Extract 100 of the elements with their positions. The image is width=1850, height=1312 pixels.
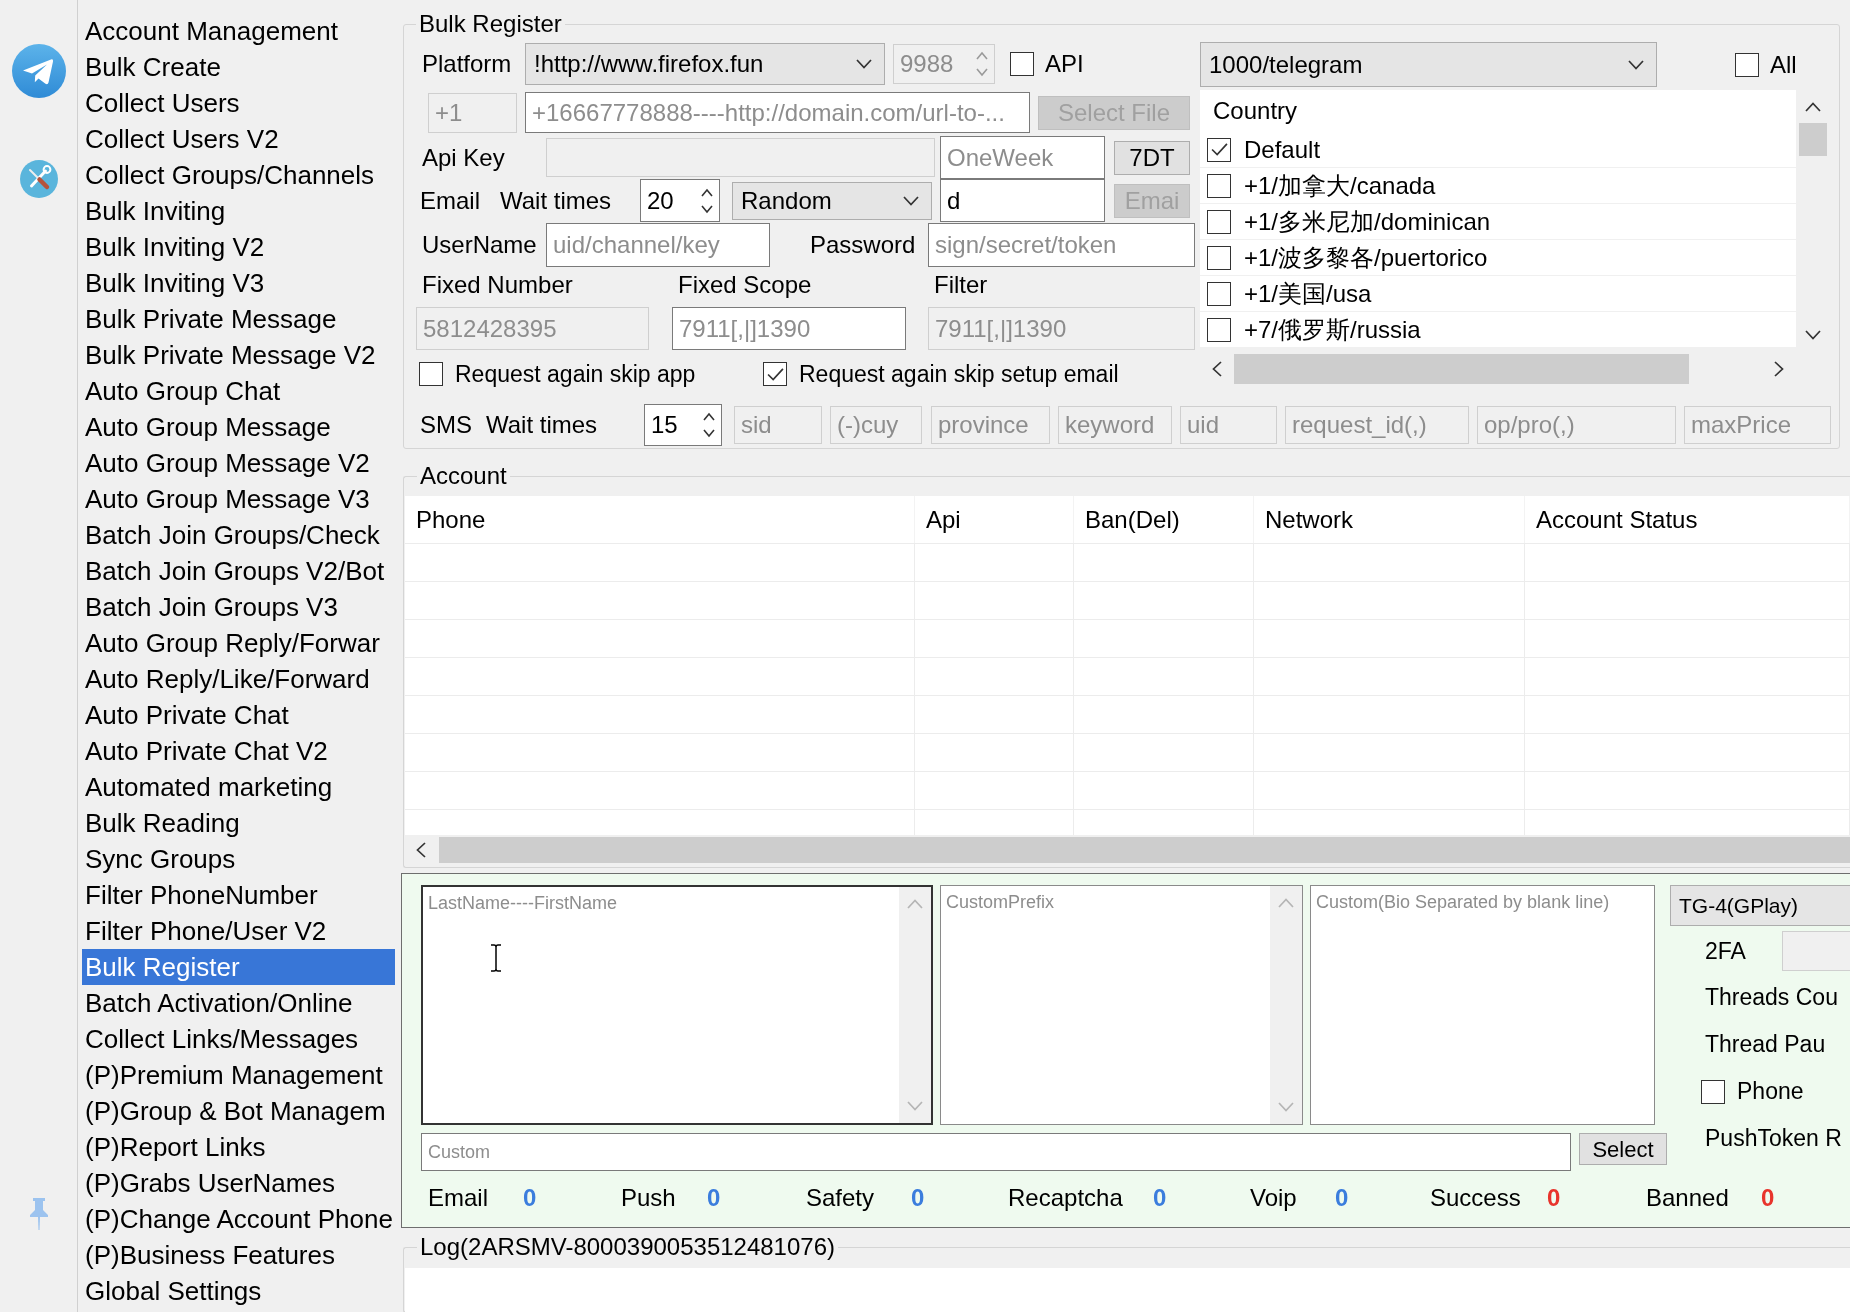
username-field[interactable]: uid/channel/key — [546, 222, 770, 267]
sidebar-item[interactable]: Collect Users V2 — [82, 121, 395, 157]
sidebar-item[interactable]: Auto Private Chat — [82, 697, 395, 733]
sidebar-item[interactable]: Collect Links/Messages — [82, 1021, 395, 1057]
sms-label: SMS — [420, 411, 472, 438]
sidebar-item[interactable]: Collect Users — [82, 85, 395, 121]
custom-field[interactable]: Custom — [421, 1133, 1571, 1171]
tools-icon[interactable] — [19, 160, 58, 198]
scrollbar-thumb[interactable] — [1234, 354, 1689, 384]
chevron-up-icon[interactable] — [1805, 102, 1821, 112]
platform-dropdown[interactable]: !http://www.firefox.fun — [525, 42, 885, 85]
column-header[interactable]: Ban(Del) — [1074, 496, 1254, 543]
sidebar-item[interactable]: Batch Activation/Online — [82, 985, 395, 1021]
fixed-scope-field[interactable]: 7911[,|]1390 — [672, 307, 906, 350]
country-label: +7/俄罗斯/russia — [1244, 314, 1421, 345]
stat-count: 0 — [1153, 1183, 1167, 1213]
column-header[interactable]: Account Status — [1525, 496, 1850, 543]
sidebar-item[interactable]: Auto Reply/Like/Forward — [82, 661, 395, 697]
checkbox[interactable] — [1207, 281, 1231, 306]
sidebar-item[interactable]: (P)Premium Management — [82, 1057, 395, 1093]
scrollbar-thumb[interactable] — [1799, 123, 1827, 156]
wait-times-spinner[interactable]: 20 — [640, 179, 720, 222]
sidebar-item[interactable]: Auto Group Message V2 — [82, 445, 395, 481]
checkbox[interactable] — [1735, 52, 1759, 77]
sidebar-item[interactable]: Bulk Reading — [82, 805, 395, 841]
chevron-left-icon[interactable] — [1212, 361, 1222, 377]
sidebar-item[interactable]: (P)Change Account Phone — [82, 1201, 395, 1237]
names-text-area[interactable]: LastName----FirstName — [421, 885, 933, 1125]
sidebar-item[interactable]: Auto Group Message — [82, 409, 395, 445]
sidebar-item[interactable]: Collect Groups/Channels — [82, 157, 395, 193]
chevron-down-icon[interactable] — [1805, 330, 1821, 340]
sidebar-item[interactable]: Batch Join Groups/Check — [82, 517, 395, 553]
chevron-right-icon[interactable] — [1774, 361, 1784, 377]
checkbox[interactable] — [1010, 51, 1034, 76]
checkbox-label: Phone — [1737, 1077, 1804, 1107]
column-header[interactable]: Network — [1254, 496, 1525, 543]
sidebar-item[interactable]: Bulk Register — [82, 949, 395, 985]
chevron-down-icon — [903, 195, 919, 206]
sidebar-item[interactable]: Automated marketing — [82, 769, 395, 805]
sidebar-item[interactable]: Account Management — [82, 13, 395, 49]
setting-label: Threads Cou — [1705, 983, 1838, 1013]
email-label: Email — [420, 186, 480, 214]
sidebar-item[interactable]: Bulk Inviting V2 — [82, 229, 395, 265]
setting-label: PushToken R — [1705, 1124, 1842, 1154]
chevron-left-icon[interactable] — [416, 842, 426, 858]
chevron-down-icon — [1628, 59, 1644, 70]
email-mode-dropdown[interactable]: Random — [732, 181, 932, 220]
sidebar-item[interactable]: (P)Grabs UserNames — [82, 1165, 395, 1201]
sidebar-item[interactable]: Auto Group Chat — [82, 373, 395, 409]
checkbox[interactable] — [419, 362, 443, 386]
sidebar-item[interactable]: Batch Join Groups V2/Bot — [82, 553, 395, 589]
checkbox-label: All — [1770, 49, 1797, 80]
sidebar-item[interactable]: Batch Join Groups V3 — [82, 589, 395, 625]
scrollbar-thumb[interactable] — [439, 837, 1850, 863]
sidebar-item[interactable]: Auto Group Reply/Forwar — [82, 625, 395, 661]
sidebar-item[interactable]: Auto Private Chat V2 — [82, 733, 395, 769]
paper-plane-icon[interactable] — [11, 44, 66, 98]
sidebar-item[interactable]: Filter PhoneNumber — [82, 877, 395, 913]
checkbox[interactable] — [1701, 1079, 1725, 1104]
filter-label: Filter — [934, 270, 988, 300]
wait-times-spinner[interactable]: 15 — [644, 404, 722, 446]
checkbox[interactable] — [1207, 317, 1231, 342]
sidebar-item[interactable]: Bulk Create — [82, 49, 395, 85]
service-dropdown[interactable]: 1000/telegram — [1200, 42, 1657, 87]
sidebar-item[interactable]: Bulk Inviting V3 — [82, 265, 395, 301]
fixed-number-label: Fixed Number — [422, 271, 573, 298]
client-dropdown[interactable]: TG-4(GPlay) — [1670, 885, 1850, 926]
password-field[interactable]: sign/secret/token — [928, 222, 1195, 267]
sidebar-item[interactable]: Filter Phone/User V2 — [82, 913, 395, 949]
sidebar-item[interactable]: Bulk Private Message — [82, 301, 395, 337]
input-field[interactable] — [1782, 930, 1850, 971]
sidebar-item[interactable]: (P)Report Links — [82, 1129, 395, 1165]
duration-button[interactable]: 7DT — [1114, 140, 1190, 175]
checkbox[interactable] — [1207, 137, 1231, 162]
column-header[interactable]: Api — [915, 496, 1074, 543]
prefix-text-area[interactable]: CustomPrefix — [940, 885, 1303, 1125]
stat-count: 0 — [1761, 1183, 1775, 1213]
checkbox[interactable] — [1207, 209, 1231, 234]
number-source-field[interactable]: +16667778888----http://domain.com/url-to-... — [525, 92, 1030, 133]
duration-field[interactable]: OneWeek — [940, 136, 1105, 179]
checkbox[interactable] — [763, 362, 787, 386]
stat-label: Voip — [1250, 1184, 1297, 1211]
column-header[interactable]: Phone — [405, 496, 915, 543]
panel-title: Log(2ARSMV-8000390053512481076) — [419, 1233, 836, 1261]
sidebar-item[interactable]: Bulk Private Message V2 — [82, 337, 395, 373]
sidebar-item[interactable]: Sync Groups — [82, 841, 395, 877]
stat-label: Banned — [1646, 1184, 1729, 1211]
select-button[interactable]: Select — [1579, 1133, 1667, 1165]
sidebar-item[interactable]: (P)Business Features — [82, 1237, 395, 1273]
sidebar-item[interactable]: Bulk Inviting — [82, 193, 395, 229]
horizontal-scrollbar[interactable] — [405, 835, 1850, 865]
sidebar-item[interactable]: (P)Group & Bot Managem — [82, 1093, 395, 1129]
sidebar-item[interactable]: Global Settings — [82, 1273, 395, 1309]
email-field[interactable]: d — [940, 179, 1105, 222]
checkbox[interactable] — [1207, 173, 1231, 198]
stat-count: 0 — [1335, 1183, 1349, 1213]
sidebar-item[interactable]: Auto Group Message V3 — [82, 481, 395, 517]
checkbox[interactable] — [1207, 245, 1231, 270]
username-label: UserName — [422, 230, 537, 258]
bio-text-area[interactable]: Custom(Bio Separated by blank line) — [1310, 885, 1655, 1125]
